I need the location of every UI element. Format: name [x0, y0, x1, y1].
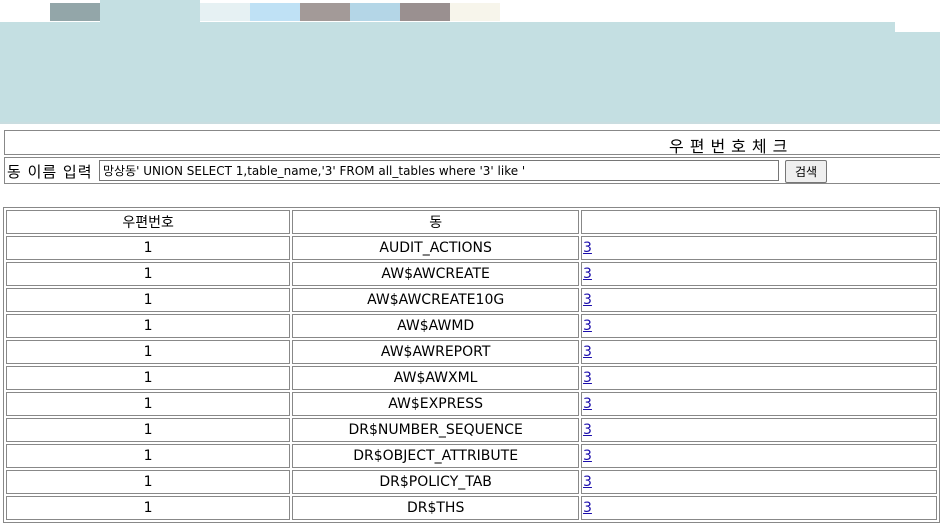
dong-cell: AW$AWCREATE — [292, 262, 580, 286]
link-cell: 3 — [581, 236, 937, 260]
link-cell: 3 — [581, 392, 937, 416]
select-link[interactable]: 3 — [583, 292, 592, 308]
link-cell: 3 — [581, 418, 937, 442]
banner-block — [400, 3, 450, 21]
zipcode-cell: 1 — [6, 262, 291, 286]
zipcode-cell: 1 — [6, 418, 291, 442]
zipcode-cell: 1 — [6, 288, 291, 312]
dong-cell: AW$AWXML — [292, 366, 580, 390]
header-blank — [581, 210, 937, 234]
link-cell: 3 — [581, 496, 937, 520]
table-header-row: 우편번호 동 — [6, 210, 937, 234]
banner-block — [350, 3, 400, 21]
page-title: 우편번호체크 — [669, 137, 794, 156]
dong-cell: DR$POLICY_TAB — [292, 470, 580, 494]
select-link[interactable]: 3 — [583, 396, 592, 412]
link-cell: 3 — [581, 288, 937, 312]
header-zipcode: 우편번호 — [6, 210, 291, 234]
search-title-cell — [4, 130, 940, 155]
zipcode-cell: 1 — [6, 340, 291, 364]
dong-name-input[interactable] — [99, 160, 779, 181]
zipcode-cell: 1 — [6, 392, 291, 416]
banner-block — [100, 0, 200, 22]
select-link[interactable]: 3 — [583, 266, 592, 282]
dong-cell: AW$EXPRESS — [292, 392, 580, 416]
table-row: 1 DR$THS 3 — [6, 496, 937, 520]
header-dong: 동 — [292, 210, 580, 234]
zipcode-cell: 1 — [6, 470, 291, 494]
zipcode-cell: 1 — [6, 236, 291, 260]
table-row: 1 AW$EXPRESS 3 — [6, 392, 937, 416]
table-row: 1 AW$AWXML 3 — [6, 366, 937, 390]
select-link[interactable]: 3 — [583, 448, 592, 464]
banner-block — [300, 3, 350, 21]
banner-notch — [895, 22, 940, 32]
dong-cell: AUDIT_ACTIONS — [292, 236, 580, 260]
select-link[interactable]: 3 — [583, 474, 592, 490]
select-link[interactable]: 3 — [583, 240, 592, 256]
banner-block — [50, 3, 100, 21]
dong-cell: AW$AWCREATE10G — [292, 288, 580, 312]
select-link[interactable]: 3 — [583, 344, 592, 360]
zipcode-cell: 1 — [6, 496, 291, 520]
banner-block — [250, 3, 300, 21]
table-row: 1 AW$AWCREATE10G 3 — [6, 288, 937, 312]
dong-cell: DR$THS — [292, 496, 580, 520]
dong-cell: DR$OBJECT_ATTRIBUTE — [292, 444, 580, 468]
page-banner — [0, 0, 940, 124]
table-row: 1 AUDIT_ACTIONS 3 — [6, 236, 937, 260]
dong-cell: AW$AWMD — [292, 314, 580, 338]
dong-cell: AW$AWREPORT — [292, 340, 580, 364]
link-cell: 3 — [581, 314, 937, 338]
results-table: 우편번호 동 1 AUDIT_ACTIONS 3 1 AW$AWCREATE 3 1 AW$A… — [3, 207, 940, 523]
select-link[interactable]: 3 — [583, 370, 592, 386]
banner-block — [200, 3, 250, 21]
link-cell: 3 — [581, 262, 937, 286]
banner-block — [450, 3, 500, 21]
table-row: 1 DR$POLICY_TAB 3 — [6, 470, 937, 494]
banner-divider — [0, 122, 940, 124]
link-cell: 3 — [581, 444, 937, 468]
zipcode-cell: 1 — [6, 366, 291, 390]
dong-cell: DR$NUMBER_SEQUENCE — [292, 418, 580, 442]
table-row: 1 AW$AWMD 3 — [6, 314, 937, 338]
dong-name-label: 동 이름 입력 — [7, 163, 93, 181]
zipcode-cell: 1 — [6, 314, 291, 338]
link-cell: 3 — [581, 470, 937, 494]
table-row: 1 DR$OBJECT_ATTRIBUTE 3 — [6, 444, 937, 468]
link-cell: 3 — [581, 366, 937, 390]
table-row: 1 DR$NUMBER_SEQUENCE 3 — [6, 418, 937, 442]
select-link[interactable]: 3 — [583, 500, 592, 516]
search-button[interactable]: 검색 — [785, 160, 827, 183]
table-row: 1 AW$AWCREATE 3 — [6, 262, 937, 286]
table-row: 1 AW$AWREPORT 3 — [6, 340, 937, 364]
select-link[interactable]: 3 — [583, 318, 592, 334]
zipcode-cell: 1 — [6, 444, 291, 468]
link-cell: 3 — [581, 340, 937, 364]
select-link[interactable]: 3 — [583, 422, 592, 438]
